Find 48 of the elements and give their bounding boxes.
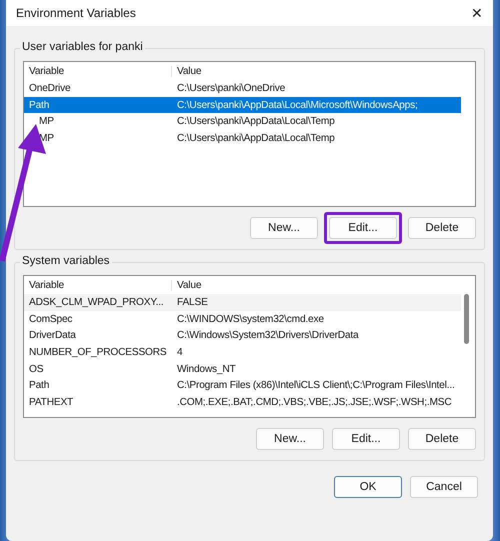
column-header[interactable]: Variable [26,280,172,290]
variable-name: OS [28,364,44,375]
variable-value: C:\Windows\System32\Drivers\DriverData [176,330,358,342]
variable-row[interactable]: OneDrive C:\Users\panki\OneDrive [24,80,461,97]
variable-value: C:\Program Files (x86)\Intel\iCLS Client\;C:\Program Files\Intel... [176,380,455,392]
variable-name: ComSpec [28,314,74,325]
variable-value: 4 [176,346,182,358]
variable-value: C:\WINDOWS\system32\cmd.exe [176,314,324,325]
variable-value: C:\Users\panki\AppData\Local\Temp [176,132,335,144]
delete-button[interactable]: Delete [408,428,476,450]
variable-value: C:\Users\panki\AppData\Local\Temp [176,116,335,128]
new-button[interactable]: New... [250,217,318,239]
variable-row[interactable]: OS Windows_NT [24,360,461,378]
variable-name: OneDrive [28,82,72,94]
group-title: User variables for panki [20,41,145,53]
column-header[interactable]: Value [172,66,202,76]
variable-name: Path [28,380,50,392]
variable-row[interactable]: Path C:\Program Files (x86)\Intel\iCLS Client\;C:\Program Files\Intel... [24,377,461,394]
ok-button[interactable]: OK [334,476,402,498]
variable-row[interactable]: ComSpec C:\WINDOWS\system32\cmd.exe [24,310,461,328]
edit-button[interactable]: Edit... [329,217,397,239]
variable-row[interactable]: DriverData C:\Windows\System32\Drivers\DriverData [24,327,461,344]
variable-name: PATHEXT [28,396,74,408]
variable-row[interactable]: Path C:\Users\panki\AppData\Local\Microsoft\WindowsApps; [24,96,461,114]
variable-value: .COM;.EXE;.BAT;.CMD;.VBS;.VBE;.JS;.JSE;.WSF;.WSH;.MSC [176,396,452,408]
variable-name: Path [28,100,50,111]
variable-value: Windows_NT [176,364,236,375]
delete-button[interactable]: Delete [408,217,476,239]
variable-value: C:\Users\panki\AppData\Local\Microsoft\WindowsApps; [176,100,418,111]
scrollbar[interactable] [464,294,469,344]
variable-name: MP [38,116,55,128]
edit-button[interactable]: Edit... [332,428,400,450]
variable-name: DriverData [28,330,77,342]
variable-name: NUMBER_OF_PROCESSORS [28,346,168,358]
variable-row[interactable]: NUMBER_OF_PROCESSORS 4 [24,344,461,361]
variable-row[interactable]: MP C:\Users\panki\AppData\Local\Temp [24,113,461,130]
column-header[interactable]: Value [172,280,202,290]
column-header[interactable]: Variable [26,66,172,76]
close-button[interactable]: ✕ [467,5,487,21]
new-button[interactable]: New... [256,428,324,450]
variable-row[interactable]: PATHEXT .COM;.EXE;.BAT;.CMD;.VBS;.VBE;.JS;.JSE;.WSF;.WSH;.MSC [24,394,461,411]
variable-value: FALSE [176,296,208,308]
group-title: System variables [20,255,112,267]
variable-name: ADSK_CLM_WPAD_PROXY... [28,296,164,308]
cancel-button[interactable]: Cancel [410,476,478,498]
window-title: Environment Variables [16,6,136,20]
variable-value: C:\Users\panki\OneDrive [176,82,286,94]
variable-row[interactable]: ADSK_CLM_WPAD_PROXY... FALSE [24,294,461,311]
